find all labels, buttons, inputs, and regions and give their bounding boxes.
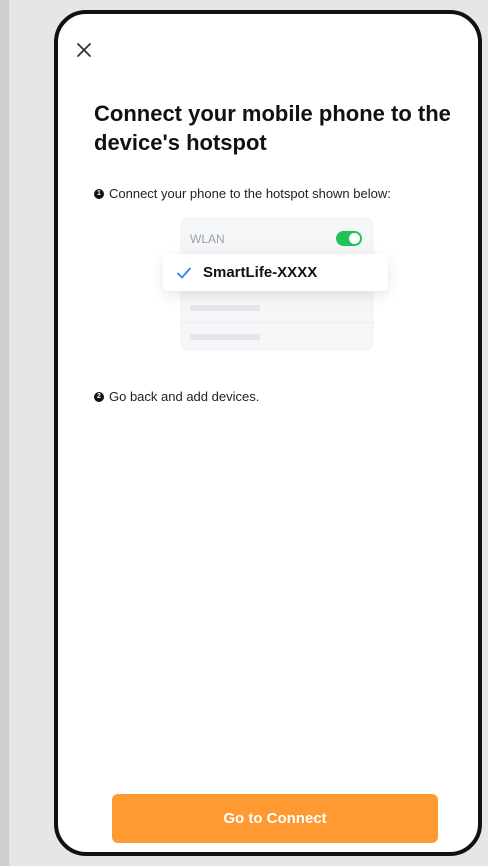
wlan-toggle [336, 231, 362, 246]
placeholder-row [190, 334, 260, 340]
go-to-connect-button[interactable]: Go to Connect [112, 794, 438, 843]
toggle-knob [349, 233, 360, 244]
close-icon [76, 42, 92, 63]
selected-network-card: SmartLife-XXXX [163, 254, 388, 291]
divider [180, 322, 374, 323]
step-text: Go back and add devices. [109, 389, 260, 404]
wlan-label: WLAN [190, 232, 225, 246]
placeholder-row [190, 305, 260, 311]
close-button[interactable] [72, 40, 96, 64]
check-icon [177, 266, 191, 280]
step-text: Connect your phone to the hotspot shown … [109, 186, 391, 201]
step-2: 2 Go back and add devices. [94, 389, 259, 404]
network-name: SmartLife-XXXX [203, 264, 318, 281]
step-number: 2 [94, 391, 104, 402]
step-number: 1 [94, 188, 104, 199]
phone-frame: Connect your mobile phone to the device'… [54, 10, 482, 856]
step-1: 1 Connect your phone to the hotspot show… [94, 186, 391, 201]
page-title: Connect your mobile phone to the device'… [94, 101, 451, 155]
background-strip [0, 0, 9, 866]
